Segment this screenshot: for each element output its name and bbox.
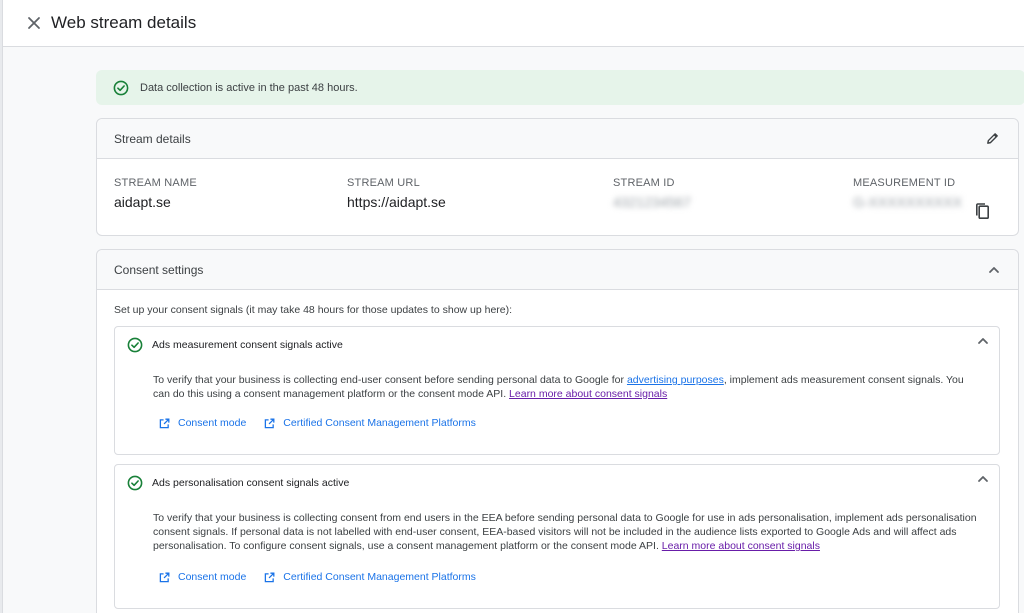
page-title: Web stream details: [51, 13, 197, 32]
ads-personalisation-description: To verify that your business is collecti…: [153, 511, 983, 553]
stream-name-label: STREAM NAME: [114, 177, 197, 189]
ads-measurement-header[interactable]: Ads measurement consent signals active: [127, 337, 343, 353]
consent-mode-link[interactable]: Consent mode: [159, 417, 246, 429]
advertising-purposes-link[interactable]: advertising purposes: [627, 374, 724, 386]
measurement-id-label: MEASUREMENT ID: [853, 177, 956, 189]
stream-details-card: Stream details STREAM NAME aidapt.se STR…: [96, 118, 1019, 236]
ads-personalisation-panel: Ads personalisation consent signals acti…: [114, 464, 1000, 609]
open-in-new-icon: [265, 572, 275, 582]
main-content: Data collection is active in the past 48…: [3, 47, 1024, 613]
ads-measurement-description: To verify that your business is collecti…: [153, 373, 983, 401]
stream-name-value: aidapt.se: [114, 194, 171, 210]
cmp-link[interactable]: Certified Consent Management Platforms: [264, 417, 476, 429]
stream-url-field: STREAM URL https://aidapt.se: [347, 177, 446, 210]
chevron-up-icon[interactable]: [988, 266, 1000, 274]
close-button[interactable]: [23, 12, 45, 34]
stream-url-value: https://aidapt.se: [347, 194, 446, 210]
stream-id-value: 4321234567: [613, 194, 691, 210]
ads-measurement-links: Consent mode Certified Consent Managemen…: [159, 417, 494, 429]
consent-mode-link[interactable]: Consent mode: [159, 571, 246, 583]
ads-personalisation-links: Consent mode Certified Consent Managemen…: [159, 571, 494, 583]
ads-personalisation-text-1: To verify that your business is collecti…: [153, 512, 977, 552]
consent-settings-card: Consent settings Set up your consent sig…: [96, 249, 1019, 613]
check-circle-icon: [127, 337, 143, 353]
consent-settings-header[interactable]: Consent settings: [97, 250, 1018, 290]
stream-id-label: STREAM ID: [613, 177, 675, 189]
banner-text: Data collection is active in the past 48…: [140, 81, 358, 94]
stream-url-label: STREAM URL: [347, 177, 420, 189]
cmp-label: Certified Consent Management Platforms: [283, 417, 476, 429]
cmp-link[interactable]: Certified Consent Management Platforms: [264, 571, 476, 583]
ads-measurement-title: Ads measurement consent signals active: [152, 339, 343, 351]
stream-details-title: Stream details: [114, 131, 191, 146]
stream-name-field: STREAM NAME aidapt.se: [114, 177, 197, 210]
consent-mode-label: Consent mode: [178, 417, 247, 429]
check-circle-icon: [127, 475, 143, 491]
close-icon: [28, 17, 40, 29]
learn-more-consent-link[interactable]: Learn more about consent signals: [662, 540, 820, 552]
ads-personalisation-title: Ads personalisation consent signals acti…: [152, 477, 350, 489]
open-in-new-icon: [265, 418, 275, 428]
ads-personalisation-header[interactable]: Ads personalisation consent signals acti…: [127, 475, 349, 491]
consent-intro-text: Set up your consent signals (it may take…: [114, 304, 513, 316]
check-circle-icon: [113, 80, 129, 95]
open-in-new-icon: [159, 572, 170, 582]
cmp-label: Certified Consent Management Platforms: [283, 571, 476, 583]
measurement-id-field: MEASUREMENT ID G-XXXXXXXXXX: [853, 177, 962, 210]
stream-details-body: STREAM NAME aidapt.se STREAM URL https:/…: [97, 159, 1018, 235]
ads-measurement-panel: Ads measurement consent signals active T…: [114, 326, 1000, 455]
chevron-up-icon[interactable]: [977, 337, 989, 345]
chevron-up-icon[interactable]: [977, 475, 989, 483]
stream-id-field: STREAM ID 4321234567: [613, 177, 691, 210]
stream-details-header: Stream details: [97, 119, 1018, 159]
open-in-new-icon: [159, 418, 170, 428]
measurement-id-value: G-XXXXXXXXXX: [853, 194, 962, 210]
consent-settings-title: Consent settings: [114, 262, 204, 277]
ads-measurement-text-1: To verify that your business is collecti…: [153, 374, 627, 386]
learn-more-consent-link[interactable]: Learn more about consent signals: [509, 388, 667, 400]
top-bar: Web stream details: [3, 0, 1024, 47]
status-banner: Data collection is active in the past 48…: [96, 70, 1024, 105]
copy-icon[interactable]: [975, 203, 990, 220]
pencil-icon[interactable]: [985, 131, 1000, 146]
consent-mode-label: Consent mode: [178, 571, 247, 583]
